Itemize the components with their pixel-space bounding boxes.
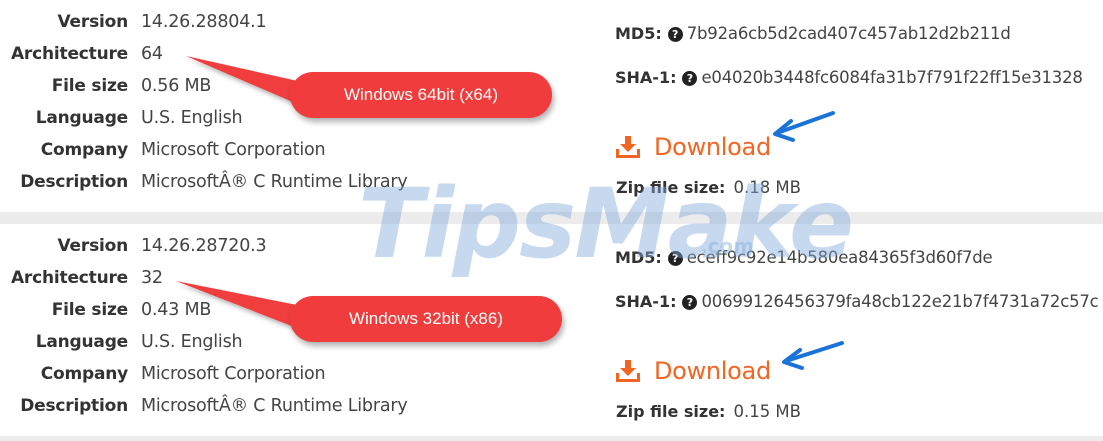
language-label: Language	[35, 108, 128, 128]
md5-label: MD5:	[615, 248, 662, 267]
question-circle-icon[interactable]: ?	[682, 295, 698, 310]
question-circle-icon[interactable]: ?	[667, 251, 683, 266]
sha1-label: SHA-1:	[615, 292, 677, 311]
sha1-row: SHA-1:? 00699126456379fa48cb122e21b7f4731…	[615, 292, 1099, 316]
language-row: Language U.S. English	[0, 108, 1103, 132]
zip-size-value: 0.18 MB	[733, 178, 801, 197]
md5-label: MD5:	[615, 24, 662, 43]
company-label: Company	[40, 140, 128, 160]
zip-size-label: Zip file size:	[616, 178, 726, 197]
description-label: Description	[20, 396, 128, 416]
md5-value: eceff9c92e14b580ea84365f3d60f7de	[686, 248, 993, 267]
zip-size-row: Zip file size: 0.15 MB	[616, 402, 801, 422]
architecture-label: Architecture	[10, 44, 128, 64]
company-row: Company Microsoft Corporation	[0, 140, 1103, 164]
description-value: MicrosoftÂ® C Runtime Library	[141, 396, 408, 416]
version-value: 14.26.28804.1	[141, 12, 267, 32]
version-value: 14.26.28720.3	[141, 236, 267, 256]
callout-windows-32bit: Windows 32bit (x86)	[290, 296, 562, 342]
file-size-value: 0.43 MB	[141, 300, 212, 320]
description-label: Description	[20, 172, 128, 192]
architecture-value: 32	[141, 268, 163, 288]
md5-row: MD5:? 7b92a6cb5d2cad407c457ab12d2b211d	[615, 24, 1011, 48]
download-tray-icon	[616, 360, 640, 382]
version-label: Version	[57, 12, 129, 32]
description-value: MicrosoftÂ® C Runtime Library	[141, 172, 408, 192]
language-label: Language	[35, 332, 128, 352]
language-value: U.S. English	[141, 108, 243, 128]
zip-size-row: Zip file size: 0.18 MB	[616, 178, 801, 198]
company-value: Microsoft Corporation	[141, 364, 326, 384]
sha1-row: SHA-1:? e04020b3448fc6084fa31b7f791f22ff1…	[615, 68, 1083, 92]
version-label: Version	[57, 236, 129, 256]
company-value: Microsoft Corporation	[141, 140, 326, 160]
architecture-label: Architecture	[10, 268, 128, 288]
download-label: Download	[654, 357, 771, 385]
file-entry-64bit: Version 14.26.28804.1 Architecture 64 Fi…	[0, 0, 1103, 212]
sha1-value: 00699126456379fa48cb122e21b7f4731a72c57c	[701, 292, 1099, 311]
download-button-32bit[interactable]: Download	[616, 355, 771, 387]
language-value: U.S. English	[141, 332, 243, 352]
md5-value: 7b92a6cb5d2cad407c457ab12d2b211d	[686, 24, 1011, 43]
callout-windows-64bit: Windows 64bit (x64)	[290, 72, 552, 118]
section-divider	[0, 436, 1103, 441]
question-circle-icon[interactable]: ?	[667, 27, 683, 42]
section-divider	[0, 212, 1103, 224]
question-circle-icon[interactable]: ?	[682, 71, 698, 86]
download-button-64bit[interactable]: Download	[616, 131, 771, 163]
file-size-label: File size	[51, 300, 128, 320]
sha1-label: SHA-1:	[615, 68, 677, 87]
md5-row: MD5:? eceff9c92e14b580ea84365f3d60f7de	[615, 248, 993, 272]
file-size-label: File size	[51, 76, 128, 96]
zip-size-value: 0.15 MB	[733, 402, 801, 421]
description-row: Description MicrosoftÂ® C Runtime Librar…	[0, 172, 1103, 196]
sha1-value: e04020b3448fc6084fa31b7f791f22ff15e31328	[701, 68, 1083, 87]
company-row: Company Microsoft Corporation	[0, 364, 1103, 388]
architecture-value: 64	[141, 44, 163, 64]
description-row: Description MicrosoftÂ® C Runtime Librar…	[0, 396, 1103, 420]
file-size-value: 0.56 MB	[141, 76, 212, 96]
zip-size-label: Zip file size:	[616, 402, 726, 421]
download-label: Download	[654, 133, 771, 161]
company-label: Company	[40, 364, 128, 384]
download-tray-icon	[616, 136, 640, 158]
